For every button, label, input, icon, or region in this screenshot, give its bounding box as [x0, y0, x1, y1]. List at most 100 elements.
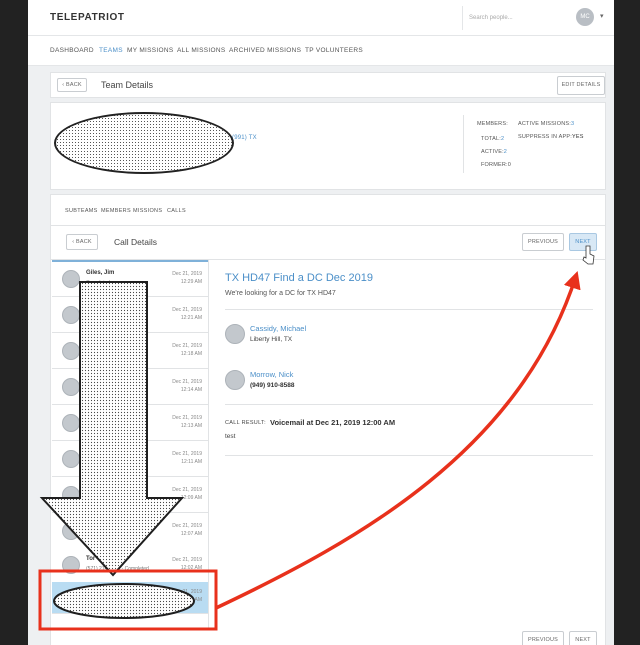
callee-name[interactable]: Morrow, Nick — [250, 370, 293, 379]
back-button[interactable]: ‹ BACK — [57, 78, 87, 92]
nav-dashboard[interactable]: DASHBOARD — [50, 47, 94, 54]
avatar — [62, 414, 80, 432]
avatar — [62, 342, 80, 360]
avatar — [62, 450, 80, 468]
list-item-date: Dec 21, 2019 12:02 AM — [172, 556, 202, 572]
list-item[interactable]: Giles, Jim Completed Dec 21, 2019 12:29 A… — [52, 262, 208, 297]
avatar — [62, 378, 80, 396]
list-item-status: Completed — [86, 532, 111, 538]
caller-name[interactable]: Cassidy, Michael — [250, 324, 306, 333]
date-text: Dec 21, 2019 — [172, 487, 202, 493]
active-missions-value: 3 — [571, 121, 575, 127]
left-frame-border — [0, 0, 28, 645]
callee-phone: (949) 910-8588 — [250, 382, 295, 389]
time-text: 12:21 AM — [180, 315, 202, 321]
members-label: MEMBERS: — [477, 121, 508, 127]
former-value: 0 — [507, 162, 512, 168]
tab-missions[interactable]: MISSIONS — [133, 208, 162, 214]
list-item-selected[interactable]: Dec 21, 2019 12:00 AM — [52, 582, 208, 614]
caller-location: Liberty Hill, TX — [250, 336, 293, 343]
call-back-label: BACK — [75, 239, 92, 245]
active-label: ACTIVE: — [481, 149, 504, 155]
suppress-value: YES — [571, 134, 584, 140]
nav-all-missions[interactable]: ALL MISSIONS — [177, 47, 226, 54]
list-item-name: Tor — [86, 556, 96, 562]
nav-archived-missions[interactable]: ARCHIVED MISSIONS — [229, 47, 301, 54]
list-item[interactable]: Tor (571) 214-1669 - Completed Dec 21, 2… — [52, 548, 208, 583]
caller-avatar — [225, 324, 245, 344]
members-former: FORMER:0 — [481, 162, 511, 168]
stats-divider — [463, 115, 464, 173]
list-item[interactable]: Completed Dec 21, 2019 12:09 AM — [52, 478, 208, 513]
list-item-date: Dec 21, 2019 12:21 AM — [172, 306, 202, 322]
total-label: TOTAL: — [481, 136, 501, 142]
list-item[interactable]: Completed Dec 21, 2019 12:07 AM — [52, 514, 208, 549]
avatar — [62, 556, 80, 574]
time-text: 12:09 AM — [180, 495, 202, 501]
nav-tp-volunteers[interactable]: TP VOLUNTEERS — [305, 47, 363, 54]
time-text: 12:00 AM — [180, 597, 202, 603]
time-text: 12:13 AM — [180, 423, 202, 429]
date-text: Dec 21, 2019 — [172, 415, 202, 421]
avatar — [62, 306, 80, 324]
tab-calls[interactable]: CALLS — [167, 208, 186, 214]
call-details-back-button[interactable]: ‹ BACK — [66, 234, 98, 250]
list-item-status: Completed — [86, 388, 111, 394]
list-item-date: Dec 21, 2019 12:09 AM — [172, 486, 202, 502]
tab-subteams[interactable]: SUBTEAMS — [65, 208, 98, 214]
members-total: TOTAL:2 — [481, 136, 504, 142]
list-item[interactable]: Completed Dec 21, 2019 12:21 AM — [52, 298, 208, 333]
time-text: 12:11 AM — [181, 459, 202, 465]
next-button[interactable]: NEXT — [569, 233, 597, 251]
list-item-date: Dec 21, 2019 12:07 AM — [172, 522, 202, 538]
detail-divider — [225, 455, 593, 456]
nav-teams[interactable]: TEAMS — [99, 47, 123, 54]
list-item-status: Completed — [86, 352, 111, 358]
chevron-down-icon[interactable]: ▾ — [600, 12, 604, 20]
mission-title[interactable]: TX HD47 Find a DC Dec 2019 — [225, 272, 373, 284]
list-item[interactable]: Completed Dec 21, 2019 12:18 AM — [52, 334, 208, 369]
suppress-in-app: SUPPRESS IN APP:YES — [518, 134, 584, 140]
mission-description: We're looking for a DC for TX HD47 — [225, 290, 336, 297]
bottom-previous-button[interactable]: PREVIOUS — [522, 631, 564, 645]
list-item-date: Dec 21, 2019 12:00 AM — [172, 588, 202, 604]
active-missions: ACTIVE MISSIONS:3 — [518, 121, 574, 127]
user-avatar[interactable]: MC — [576, 8, 594, 26]
list-item[interactable]: Completed Dec 21, 2019 12:11 AM — [52, 442, 208, 477]
active-missions-label: ACTIVE MISSIONS: — [518, 121, 572, 127]
back-button-label: BACK — [65, 82, 82, 88]
list-item-status: Completed — [86, 316, 111, 322]
top-bar: TELEPATRIOT Search people... MC ▾ — [28, 0, 614, 36]
call-result-value: Voicemail at Dec 21, 2019 12:00 AM — [270, 418, 396, 427]
call-notes: test — [225, 433, 236, 440]
time-text: 12:02 AM — [180, 565, 202, 571]
list-item[interactable]: Completed Dec 21, 2019 12:14 AM — [52, 370, 208, 405]
date-text: Dec 21, 2019 — [172, 523, 202, 529]
bottom-next-button[interactable]: NEXT — [569, 631, 597, 645]
date-text: Dec 21, 2019 — [172, 343, 202, 349]
list-item-status: Completed — [86, 496, 111, 502]
team-phone: (991) TX — [232, 135, 257, 141]
search-input[interactable]: Search people... — [462, 6, 562, 30]
active-value: 2 — [503, 149, 508, 155]
avatar — [62, 522, 80, 540]
brand-logo[interactable]: TELEPATRIOT — [50, 12, 125, 23]
previous-button[interactable]: PREVIOUS — [522, 233, 564, 251]
call-result-label: CALL RESULT: — [225, 420, 266, 426]
time-text: 12:14 AM — [180, 387, 202, 393]
avatar — [62, 270, 80, 288]
nav-my-missions[interactable]: MY MISSIONS — [127, 47, 174, 54]
list-item-status: Completed — [86, 424, 111, 430]
date-text: Dec 21, 2019 — [172, 379, 202, 385]
right-frame-border — [614, 0, 640, 645]
members-active: ACTIVE:2 — [481, 149, 507, 155]
page-title: Team Details — [101, 80, 154, 90]
tab-members[interactable]: MEMBERS — [101, 208, 131, 214]
sub-nav-divider — [50, 225, 606, 226]
callee-avatar — [225, 370, 245, 390]
list-item[interactable]: Completed Dec 21, 2019 12:13 AM — [52, 406, 208, 441]
total-value: 2 — [500, 136, 505, 142]
former-label: FORMER: — [481, 162, 508, 168]
redaction-oval-team-name — [54, 112, 234, 174]
edit-details-button[interactable]: EDIT DETAILS — [557, 76, 605, 95]
